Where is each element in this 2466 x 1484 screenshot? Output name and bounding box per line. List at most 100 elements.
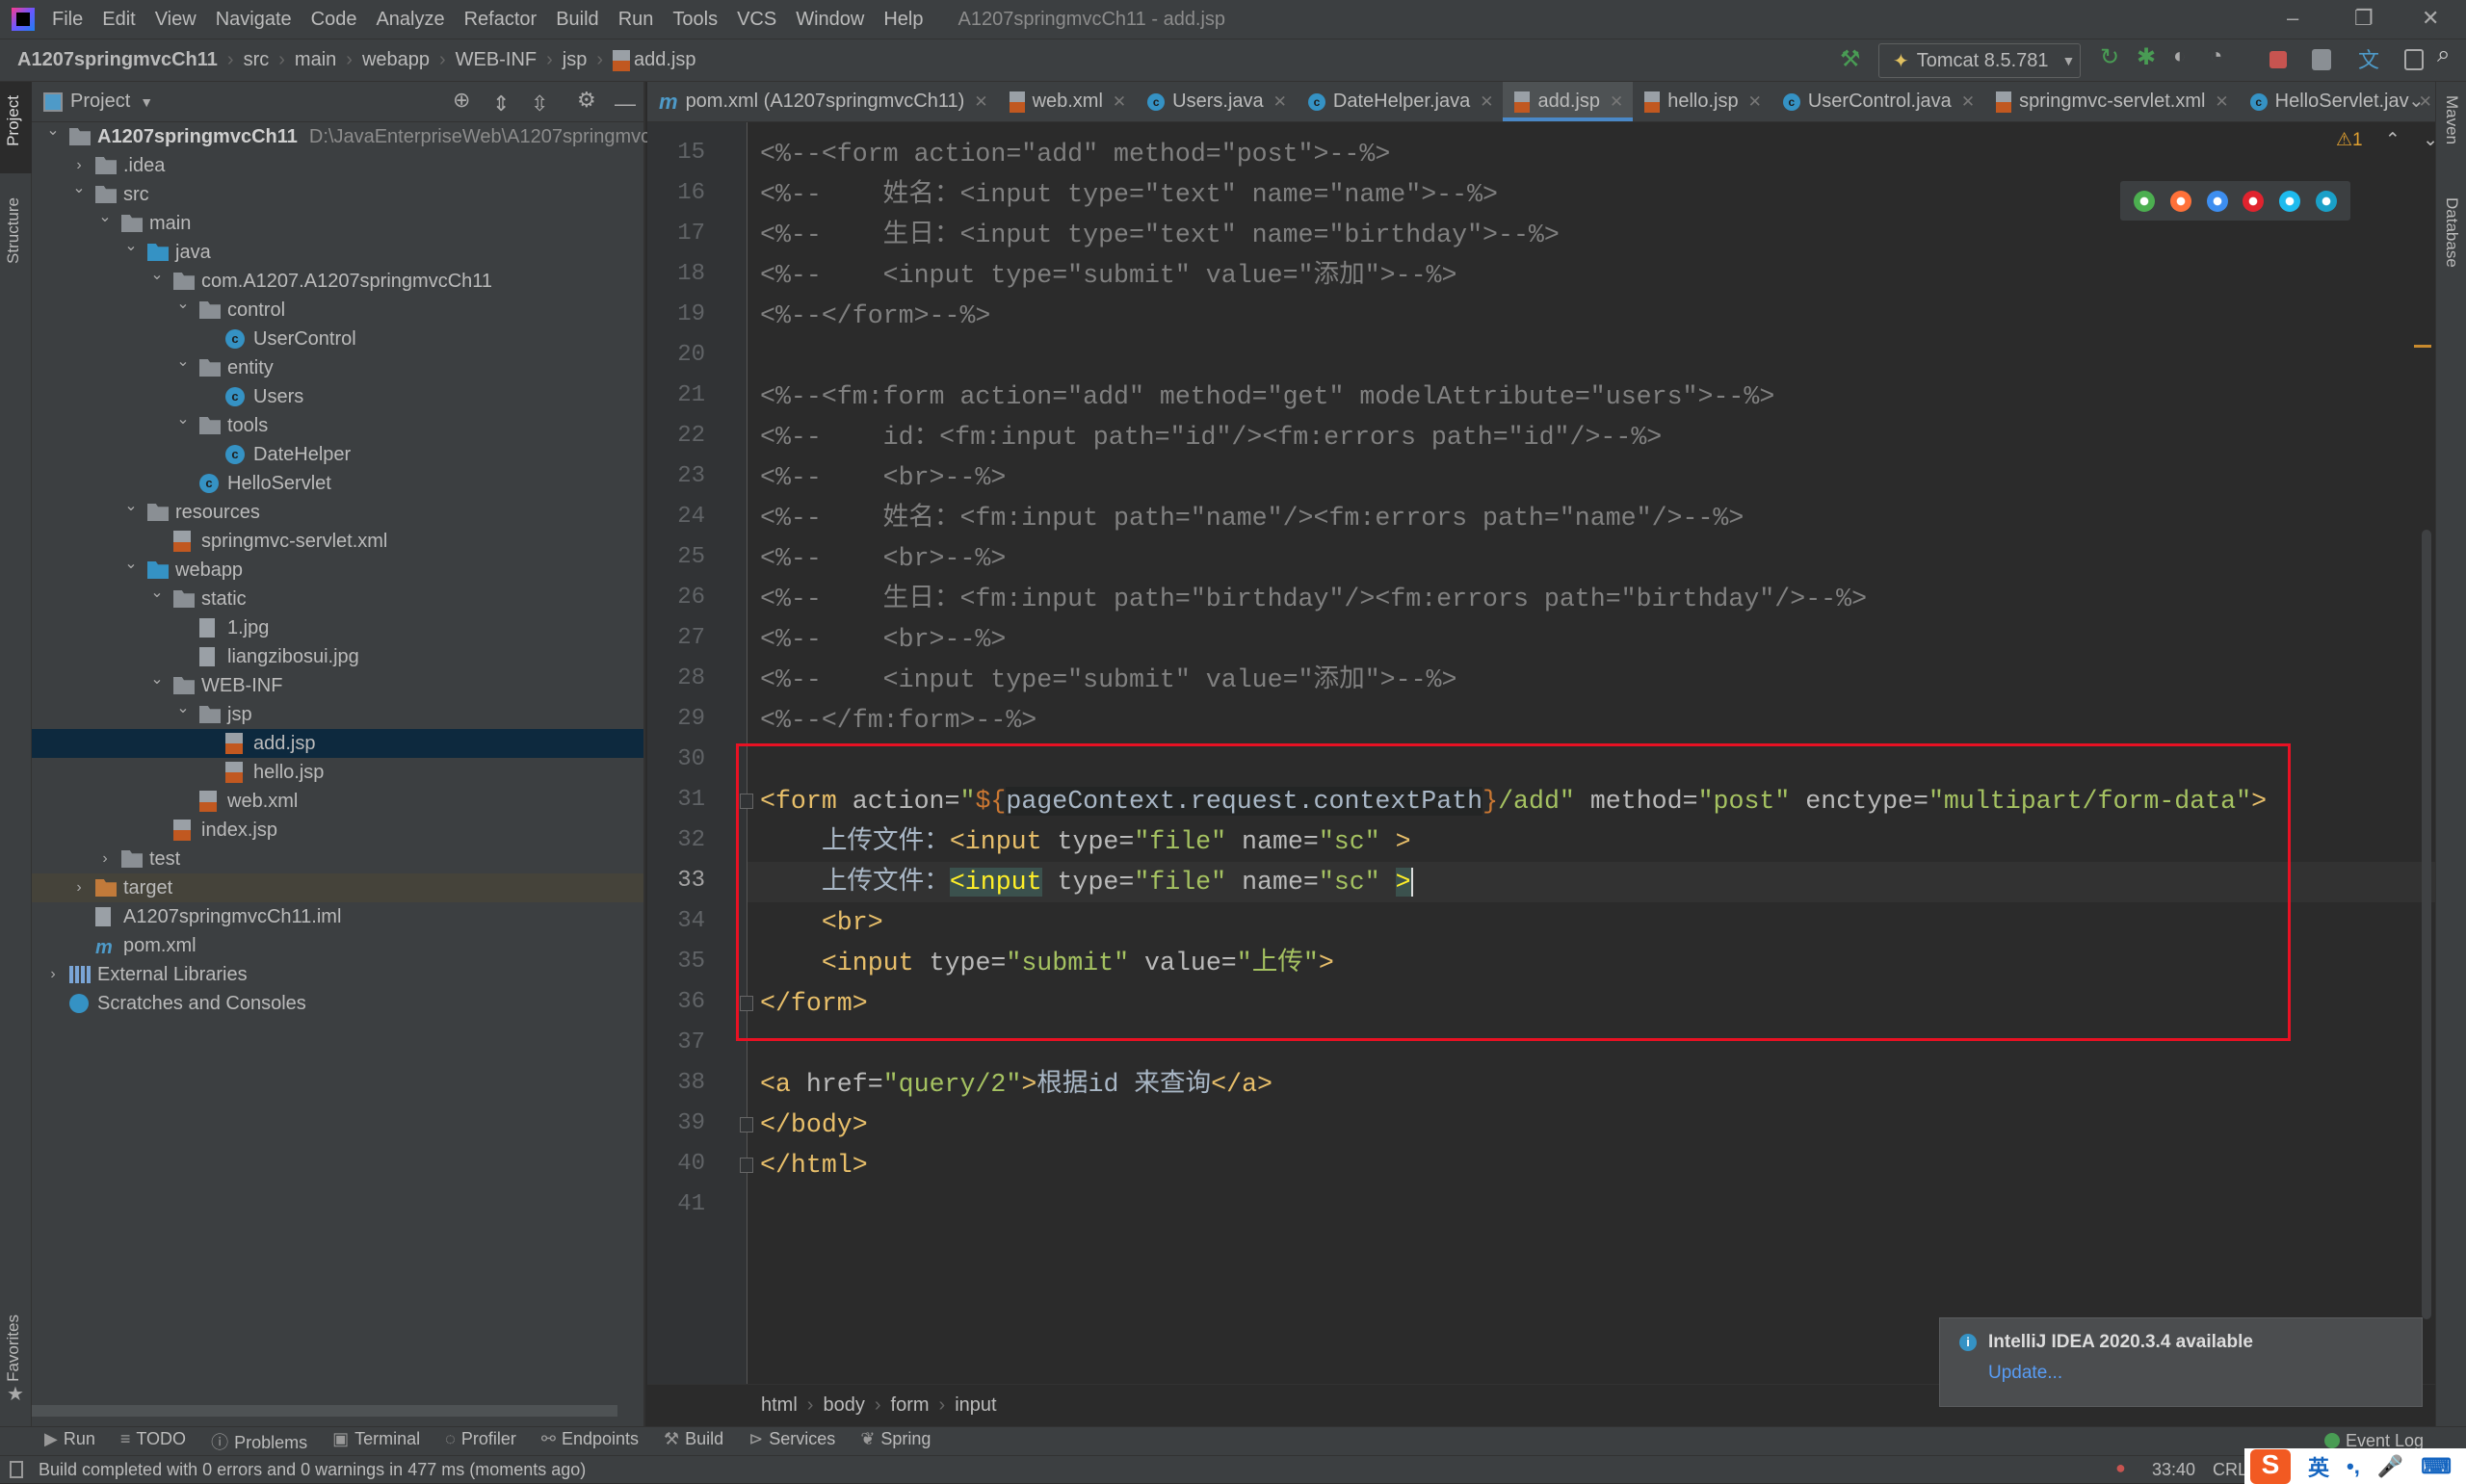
code-line[interactable]: <%-- <input type="submit" value="添加">--%…	[760, 660, 1456, 700]
editor-breadcrumb-item[interactable]: html	[761, 1394, 798, 1417]
close-tab-icon[interactable]: ✕	[1610, 92, 1623, 112]
tree-item[interactable]: ⌄ jsp	[32, 700, 643, 729]
code-line[interactable]: <%--</fm:form>--%>	[760, 700, 1036, 741]
breadcrumb-item[interactable]: A1207springmvcCh11	[17, 49, 218, 71]
tree-item[interactable]: ⌄ A1207springmvcCh11 D:\JavaEnterpriseWeb\…	[32, 122, 695, 151]
editor-breadcrumb-item[interactable]: form	[891, 1394, 930, 1417]
collapse-all-icon[interactable]: ⇳	[531, 91, 548, 117]
tree-item[interactable]: A1207springmvcCh11.iml	[32, 902, 643, 931]
code-line[interactable]: </body>	[760, 1105, 868, 1145]
menu-edit[interactable]: Edit	[102, 9, 135, 31]
close-tab-icon[interactable]: ✕	[1748, 92, 1762, 112]
menu-refactor[interactable]: Refactor	[464, 9, 538, 31]
tree-item[interactable]: c HelloServlet	[32, 469, 643, 498]
opera-icon[interactable]	[2243, 190, 2265, 212]
tree-item[interactable]: ⌄ resources	[32, 498, 643, 527]
tool-window-services[interactable]: ⊳ Services	[748, 1429, 835, 1454]
expand-all-icon[interactable]: ⇕	[492, 91, 510, 117]
tab-helloservlet-jav[interactable]: c HelloServlet.jav ✕	[2239, 82, 2435, 121]
code-line[interactable]: </html>	[760, 1145, 868, 1185]
fold-marker-icon[interactable]	[740, 1158, 753, 1173]
breadcrumb-item[interactable]: main	[295, 49, 336, 71]
tab-users-java[interactable]: c Users.java ✕	[1136, 82, 1297, 121]
menu-build[interactable]: Build	[556, 9, 598, 31]
ime-language-toggle[interactable]: 英	[2308, 1451, 2329, 1482]
menu-view[interactable]: View	[155, 9, 197, 31]
tree-item[interactable]: ⌄ static	[32, 585, 643, 613]
tree-item[interactable]: springmvc-servlet.xml	[32, 527, 643, 556]
caret-position[interactable]: 33:40	[2152, 1460, 2195, 1479]
ie-icon[interactable]	[2279, 190, 2301, 212]
edge-icon[interactable]	[2316, 190, 2338, 212]
menu-help[interactable]: Help	[883, 9, 923, 31]
chevron-down-icon[interactable]: ⌄	[173, 294, 193, 313]
breadcrumb-item[interactable]: src	[244, 49, 270, 71]
coverage-icon[interactable]: ◐	[2173, 43, 2192, 67]
tree-item[interactable]: c Users	[32, 382, 643, 411]
tree-item[interactable]: › test	[32, 845, 643, 873]
firefox-icon[interactable]	[2169, 190, 2191, 212]
menu-code[interactable]: Code	[311, 9, 357, 31]
editor-breadcrumb-item[interactable]: input	[955, 1394, 996, 1417]
tool-tab-project[interactable]: Project	[4, 95, 23, 146]
code-line[interactable]: <%-- <br>--%>	[760, 457, 1006, 498]
close-tab-icon[interactable]: ✕	[974, 92, 987, 112]
tree-item[interactable]: liangzibosui.jpg	[32, 642, 643, 671]
tab-datehelper-java[interactable]: c DateHelper.java ✕	[1297, 82, 1504, 121]
tool-window-build[interactable]: ⚒ Build	[664, 1429, 723, 1454]
chevron-down-icon[interactable]: ⌄	[173, 698, 193, 717]
code-line[interactable]: <a href="query/2">根据id 来查询</a>	[760, 1064, 1272, 1105]
tabs-overflow-chevron-icon[interactable]: ⌄	[2408, 89, 2425, 113]
code-line[interactable]: <%-- 生日：<fm:input path="birthday"/><fm:e…	[760, 579, 1867, 619]
tree-item[interactable]: index.jsp	[32, 816, 643, 845]
tool-window-profiler[interactable]: ◌ Profiler	[445, 1429, 516, 1454]
menu-vcs[interactable]: VCS	[737, 9, 776, 31]
chevron-down-icon[interactable]: ⌄	[121, 496, 141, 515]
close-tab-icon[interactable]: ✕	[1961, 92, 1975, 112]
tree-item[interactable]: Scratches and Consoles	[32, 989, 643, 1018]
chevron-down-icon[interactable]: ⌄	[2423, 130, 2438, 150]
ime-punctuation-toggle[interactable]: •,	[2347, 1454, 2360, 1479]
rerun-icon[interactable]: ↻	[2100, 43, 2119, 70]
tab-pom-xml-a1207springmvcch11-[interactable]: m pom.xml (A1207springmvcCh11) ✕	[647, 82, 998, 121]
tool-tab-maven[interactable]: Maven	[2442, 95, 2461, 144]
chevron-right-icon[interactable]: ›	[69, 879, 89, 897]
chevron-down-icon[interactable]: ⌄	[173, 351, 193, 371]
tab-add-jsp[interactable]: add.jsp ✕	[1503, 82, 1634, 121]
tree-item[interactable]: ⌄ src	[32, 180, 643, 209]
code-line[interactable]: <%-- 姓名：<fm:input path="name"/><fm:error…	[760, 498, 1744, 538]
tree-item[interactable]: ⌄ main	[32, 209, 643, 238]
code-line[interactable]: <%--<fm:form action="add" method="get" m…	[760, 377, 1774, 417]
toggle-tool-windows-icon[interactable]	[10, 1461, 23, 1478]
safari-icon[interactable]	[2206, 190, 2228, 212]
chevron-up-icon[interactable]: ⌃	[2385, 130, 2400, 150]
update-link[interactable]: Update...	[1988, 1363, 2402, 1384]
code-line[interactable]: <%-- id：<fm:input path="id"/><fm:errors …	[760, 417, 1662, 457]
chevron-down-icon[interactable]: ⌄	[121, 554, 141, 573]
close-tab-icon[interactable]: ✕	[1113, 92, 1126, 112]
tree-item[interactable]: c DateHelper	[32, 440, 643, 469]
locate-icon[interactable]: ⊕	[453, 88, 470, 113]
breadcrumb-item[interactable]: jsp	[563, 49, 588, 71]
chevron-down-icon[interactable]: ⌄	[147, 265, 167, 284]
tree-item[interactable]: › .idea	[32, 151, 643, 180]
chevron-down-icon[interactable]: ⌄	[147, 669, 167, 689]
profile-icon[interactable]: ◔	[2210, 43, 2229, 67]
close-button[interactable]: ✕	[2422, 6, 2439, 31]
tool-window-endpoints[interactable]: ⚯ Endpoints	[541, 1429, 639, 1454]
chevron-right-icon[interactable]: ›	[69, 157, 89, 174]
chevron-down-icon[interactable]: ⌄	[147, 583, 167, 602]
tree-item[interactable]: ⌄ com.A1207.A1207springmvcCh11	[32, 267, 643, 296]
tab-hello-jsp[interactable]: hello.jsp ✕	[1633, 82, 1771, 121]
tree-item[interactable]: › target	[32, 873, 643, 902]
menu-run[interactable]: Run	[618, 9, 654, 31]
fold-marker-icon[interactable]	[740, 1117, 753, 1133]
breadcrumb-item[interactable]: add.jsp	[634, 49, 696, 71]
inspection-widget[interactable]: ⚠1 ⌃ ⌄	[2336, 129, 2438, 151]
gear-icon[interactable]: ⚙	[577, 88, 596, 113]
code-line[interactable]: <%-- <input type="submit" value="添加">--%…	[760, 255, 1456, 296]
tree-item[interactable]: › External Libraries	[32, 960, 643, 989]
tree-item[interactable]: ⌄ WEB-INF	[32, 671, 643, 700]
run-configuration-select[interactable]: ✦ Tomcat 8.5.781 ▼	[1878, 43, 2081, 78]
stop-icon[interactable]	[2269, 51, 2287, 68]
